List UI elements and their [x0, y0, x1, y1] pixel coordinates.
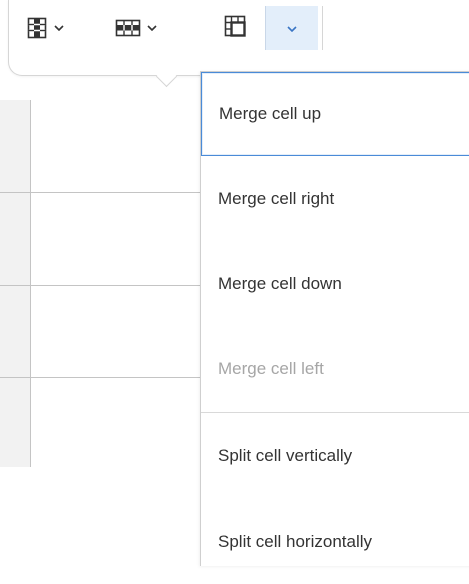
- chevron-down-icon: [287, 19, 297, 37]
- menu-separator: [201, 412, 469, 413]
- menu-item-merge-cell-left: Merge cell left: [201, 327, 469, 411]
- table-column-button[interactable]: [26, 6, 64, 50]
- chevron-down-icon: [54, 25, 64, 31]
- table-cell[interactable]: [31, 193, 205, 285]
- menu-item-merge-cell-right[interactable]: Merge cell right: [201, 157, 469, 241]
- menu-item-label: Merge cell down: [218, 274, 342, 293]
- menu-item-split-cell-vertically[interactable]: Split cell vertically: [201, 414, 469, 498]
- table-cell[interactable]: [31, 378, 205, 467]
- merge-cells-menu: Merge cell up Merge cell right Merge cel…: [200, 71, 469, 566]
- table-cell[interactable]: [31, 100, 205, 192]
- table-row-button[interactable]: [115, 6, 157, 50]
- chevron-down-icon: [147, 25, 157, 31]
- menu-item-label: Split cell horizontally: [218, 532, 373, 551]
- menu-item-label: Merge cell left: [218, 359, 324, 378]
- toolbar-separator: [322, 6, 323, 50]
- merge-cells-button[interactable]: [205, 6, 265, 50]
- menu-item-merge-cell-down[interactable]: Merge cell down: [201, 242, 469, 326]
- table-column-icon: [26, 16, 48, 40]
- merge-cells-dropdown-arrow[interactable]: [265, 6, 318, 50]
- table: [0, 100, 205, 467]
- table-merge-cells-icon: [223, 14, 247, 43]
- menu-item-label: Split cell vertically: [218, 446, 353, 465]
- menu-item-label: Merge cell up: [219, 104, 322, 123]
- merge-cells-split-button: [205, 6, 318, 50]
- table-row-icon: [115, 18, 141, 38]
- menu-item-label: Merge cell right: [218, 189, 335, 208]
- row-header-strip: [0, 100, 31, 467]
- menu-item-merge-cell-up[interactable]: Merge cell up: [201, 72, 469, 156]
- table-cell[interactable]: [31, 286, 205, 377]
- menu-item-split-cell-horizontally[interactable]: Split cell horizontally: [201, 500, 469, 584]
